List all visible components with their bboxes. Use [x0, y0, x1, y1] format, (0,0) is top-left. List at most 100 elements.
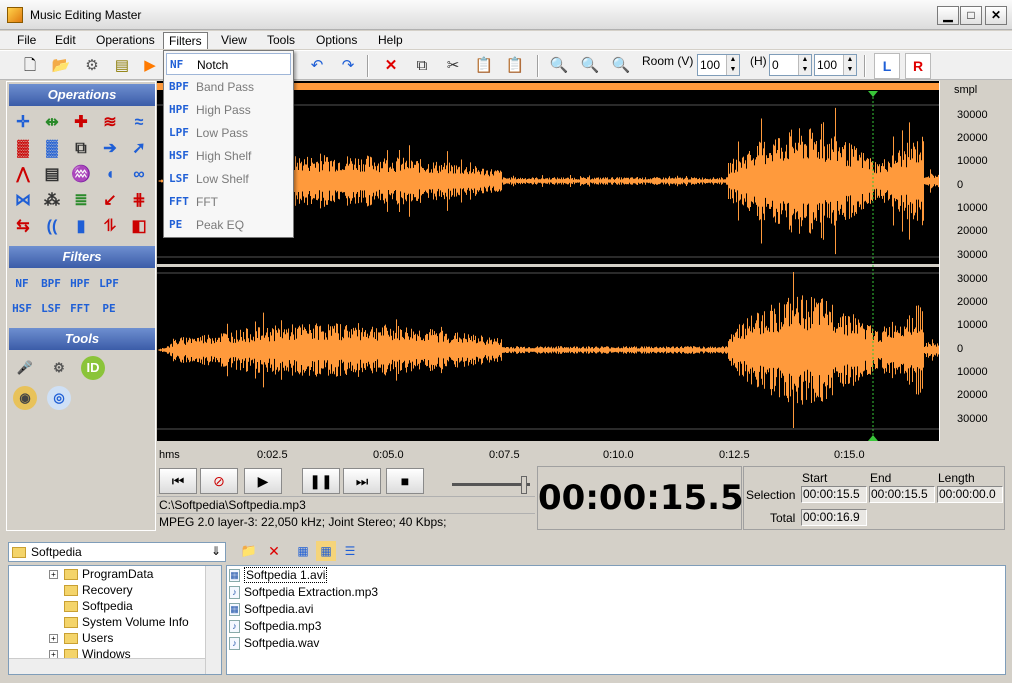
close-button[interactable]: ✕	[985, 6, 1007, 25]
file-item[interactable]: ▦ Softpedia 1.avi	[229, 567, 328, 584]
play-button[interactable]: ▶	[244, 468, 282, 494]
open-folder-icon[interactable]: 📂	[49, 54, 73, 78]
filters-menu-item-notch[interactable]: NF Notch	[166, 53, 291, 75]
paste-mix-icon[interactable]: 📋	[503, 54, 527, 78]
spinner-arrows-icon[interactable]: ▲ ▼	[726, 55, 739, 75]
folder-combo[interactable]: Softpedia ⇓	[8, 542, 226, 562]
tree-item[interactable]: + Users	[49, 630, 113, 646]
filter-lpf-icon[interactable]: LPF	[97, 273, 121, 295]
shift-icon[interactable]: ➚	[127, 137, 151, 161]
fade-out-icon[interactable]: ▓	[40, 137, 64, 161]
dropdown-arrow-icon[interactable]: ⇓	[207, 544, 225, 558]
trim-icon[interactable]: ⇹	[40, 111, 64, 135]
reverse-icon[interactable]: ↙	[98, 189, 122, 213]
file-item[interactable]: ♪ Softpedia Extraction.mp3	[229, 584, 378, 601]
fade-in-icon[interactable]: ▓	[11, 137, 35, 161]
file-item[interactable]: ♪ Softpedia.wav	[229, 635, 319, 652]
convert-icon[interactable]: ⧉	[69, 137, 93, 161]
file-item[interactable]: ▦ Softpedia.avi	[229, 601, 313, 618]
zoom-v-spinner[interactable]: 100 ▲ ▼	[697, 54, 740, 76]
selection-length-value[interactable]: 00:00:00.0	[937, 486, 1003, 503]
menu-file[interactable]: File	[12, 32, 41, 49]
menu-operations[interactable]: Operations	[91, 32, 160, 49]
paste-icon[interactable]: 📋	[472, 54, 496, 78]
menu-filters[interactable]: Filters	[163, 32, 208, 49]
new-folder-icon[interactable]: 📁	[239, 541, 259, 561]
filter-nf-icon[interactable]: NF	[10, 273, 34, 295]
stop-record-button[interactable]: ⊘	[200, 468, 238, 494]
echo-icon[interactable]: ♒	[69, 163, 93, 187]
tree-horizontal-scrollbar[interactable]	[9, 658, 205, 674]
filters-menu-item-band-pass[interactable]: BPF Band Pass	[166, 76, 291, 98]
pan-icon[interactable]: ◖	[98, 163, 122, 187]
vibrato-icon[interactable]: ((	[40, 215, 64, 239]
delete-file-icon[interactable]: ✕	[264, 541, 284, 561]
redo-icon[interactable]: ↷	[336, 54, 360, 78]
spinner-arrows-icon[interactable]: ▲ ▼	[843, 55, 856, 75]
filters-menu-item-high-shelf[interactable]: HSF High Shelf	[166, 145, 291, 167]
skip-to-end-button[interactable]: ⏭	[343, 468, 381, 494]
delete-icon[interactable]: ✕	[379, 54, 403, 78]
properties-icon[interactable]: ⚙	[80, 54, 104, 78]
filter-lsf-icon[interactable]: LSF	[39, 298, 63, 320]
tempo-icon[interactable]: ⥮	[98, 215, 122, 239]
insert-silence-icon[interactable]: ✛	[11, 111, 35, 135]
invert-icon[interactable]: ⇆	[11, 215, 35, 239]
filters-menu-item-low-pass[interactable]: LPF Low Pass	[166, 122, 291, 144]
microphone-icon[interactable]: 🎤	[13, 356, 37, 380]
selection-end-value[interactable]: 00:00:15.5	[869, 486, 935, 503]
undo-icon[interactable]: ↶	[305, 54, 329, 78]
menu-help[interactable]: Help	[373, 32, 408, 49]
menu-edit[interactable]: Edit	[50, 32, 81, 49]
skip-to-start-button[interactable]: ⏮	[159, 468, 197, 494]
filter-pe-icon[interactable]: PE	[97, 298, 121, 320]
filter-hpf-icon[interactable]: HPF	[68, 273, 92, 295]
filter-fft-icon[interactable]: FFT	[68, 298, 92, 320]
cut-icon[interactable]: ✂	[441, 54, 465, 78]
amplify-icon[interactable]: ≋	[98, 111, 122, 135]
filters-menu-item-peak-eq[interactable]: PE Peak EQ	[166, 214, 291, 236]
list-view-icon[interactable]: ☰	[340, 541, 360, 561]
right-channel-button[interactable]: R	[905, 53, 931, 79]
pause-button[interactable]: ❚❚	[302, 468, 340, 494]
forward-icon[interactable]: ➔	[98, 137, 122, 161]
silence-icon[interactable]: ▮	[69, 215, 93, 239]
stop-button[interactable]: ■	[386, 468, 424, 494]
cd-rip-icon[interactable]: ◎	[47, 386, 71, 410]
volume-slider-track[interactable]	[452, 483, 530, 486]
expand-plus-icon[interactable]: +	[49, 570, 58, 580]
copy-icon[interactable]: ⧉	[410, 54, 434, 78]
large-icons-view-icon[interactable]: ▦	[293, 541, 313, 561]
filter-bpf-icon[interactable]: BPF	[39, 273, 63, 295]
id3-tag-icon[interactable]: ID	[81, 356, 105, 380]
tree-item[interactable]: +Softpedia	[49, 598, 133, 614]
expand-plus-icon[interactable]: +	[49, 634, 58, 644]
filters-menu-item-fft[interactable]: FFT FFT	[166, 191, 291, 213]
spinner-arrows-icon[interactable]: ▲ ▼	[798, 55, 811, 75]
tree-vertical-scrollbar[interactable]	[205, 566, 221, 674]
cd-burn-icon[interactable]: ◉	[13, 386, 37, 410]
new-file-icon[interactable]: 🗋	[18, 54, 42, 78]
zoom-fit-icon[interactable]: 🔍	[609, 54, 633, 78]
tree-item[interactable]: +System Volume Info	[49, 614, 189, 630]
equalizer-icon[interactable]: ⋕	[127, 189, 151, 213]
minimize-button[interactable]: ▁	[937, 6, 959, 25]
compress-icon[interactable]: ≣	[69, 189, 93, 213]
menu-options[interactable]: Options	[311, 32, 362, 49]
menu-tools[interactable]: Tools	[262, 32, 300, 49]
zoom-out-icon[interactable]: 🔍	[578, 54, 602, 78]
filter-hsf-icon[interactable]: HSF	[10, 298, 34, 320]
volume-slider-thumb[interactable]	[520, 476, 527, 494]
mix-icon[interactable]: ✚	[69, 111, 93, 135]
film-reel-icon[interactable]: ⚙	[47, 356, 71, 380]
play-icon[interactable]: ▶	[138, 54, 162, 78]
left-channel-button[interactable]: L	[874, 53, 900, 79]
swap-channels-icon[interactable]: ⋈	[11, 189, 35, 213]
menu-view[interactable]: View	[216, 32, 252, 49]
h-spinner[interactable]: 0 ▲ ▼	[769, 54, 812, 76]
tree-item[interactable]: +Recovery	[49, 582, 133, 598]
zoom-in-icon[interactable]: 🔍	[547, 54, 571, 78]
loop-icon[interactable]: ∞	[127, 163, 151, 187]
noise-icon[interactable]: ⁂	[40, 189, 64, 213]
envelope-icon[interactable]: ⋀	[11, 163, 35, 187]
